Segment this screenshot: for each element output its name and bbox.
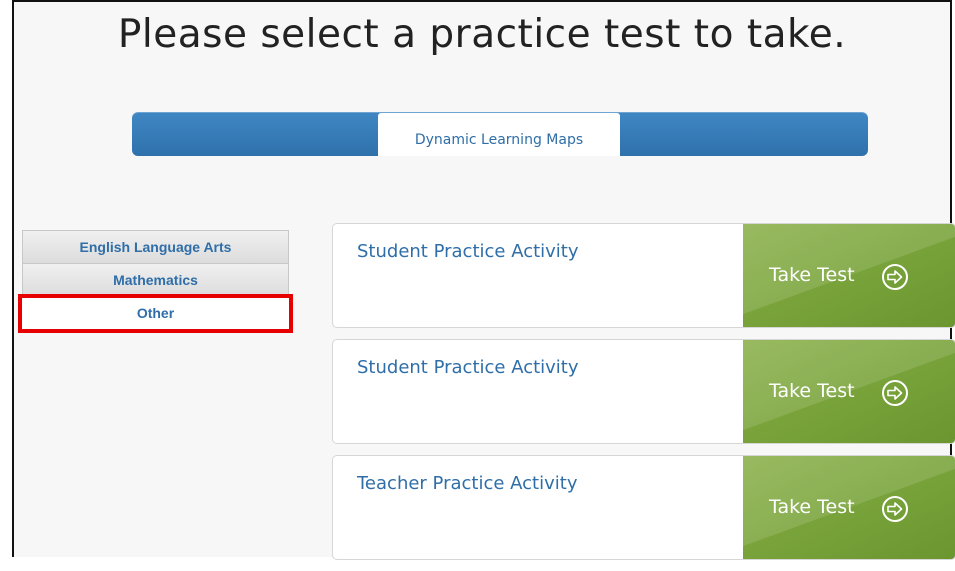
arrow-right-circle-icon — [882, 496, 908, 522]
take-test-label: Take Test — [769, 264, 855, 286]
subject-other[interactable]: Other — [18, 294, 293, 333]
tab-dynamic-learning-maps[interactable]: Dynamic Learning Maps — [378, 113, 620, 156]
take-test-label: Take Test — [769, 496, 855, 518]
take-test-label: Take Test — [769, 380, 855, 402]
take-test-button[interactable]: Take Test — [743, 456, 955, 559]
subject-mathematics[interactable]: Mathematics — [22, 263, 289, 296]
activity-card: Teacher Practice Activity Take Test — [332, 455, 955, 560]
activity-title: Student Practice Activity — [357, 357, 579, 378]
subject-list: English Language Arts Mathematics Other — [18, 230, 293, 333]
subject-english-language-arts[interactable]: English Language Arts — [22, 230, 289, 263]
activity-card: Student Practice Activity Take Test — [332, 339, 955, 444]
program-tab-bar: Dynamic Learning Maps — [132, 112, 868, 156]
arrow-right-circle-icon — [882, 264, 908, 290]
take-test-button[interactable]: Take Test — [743, 224, 955, 327]
activity-card: Student Practice Activity Take Test — [332, 223, 955, 328]
activity-list: Student Practice Activity Take Test Stud… — [332, 223, 955, 571]
take-test-button[interactable]: Take Test — [743, 340, 955, 443]
activity-title: Teacher Practice Activity — [357, 473, 578, 494]
activity-title: Student Practice Activity — [357, 241, 579, 262]
practice-test-frame: Please select a practice test to take. D… — [12, 0, 955, 560]
page-title: Please select a practice test to take. — [117, 12, 847, 57]
arrow-right-circle-icon — [882, 380, 908, 406]
